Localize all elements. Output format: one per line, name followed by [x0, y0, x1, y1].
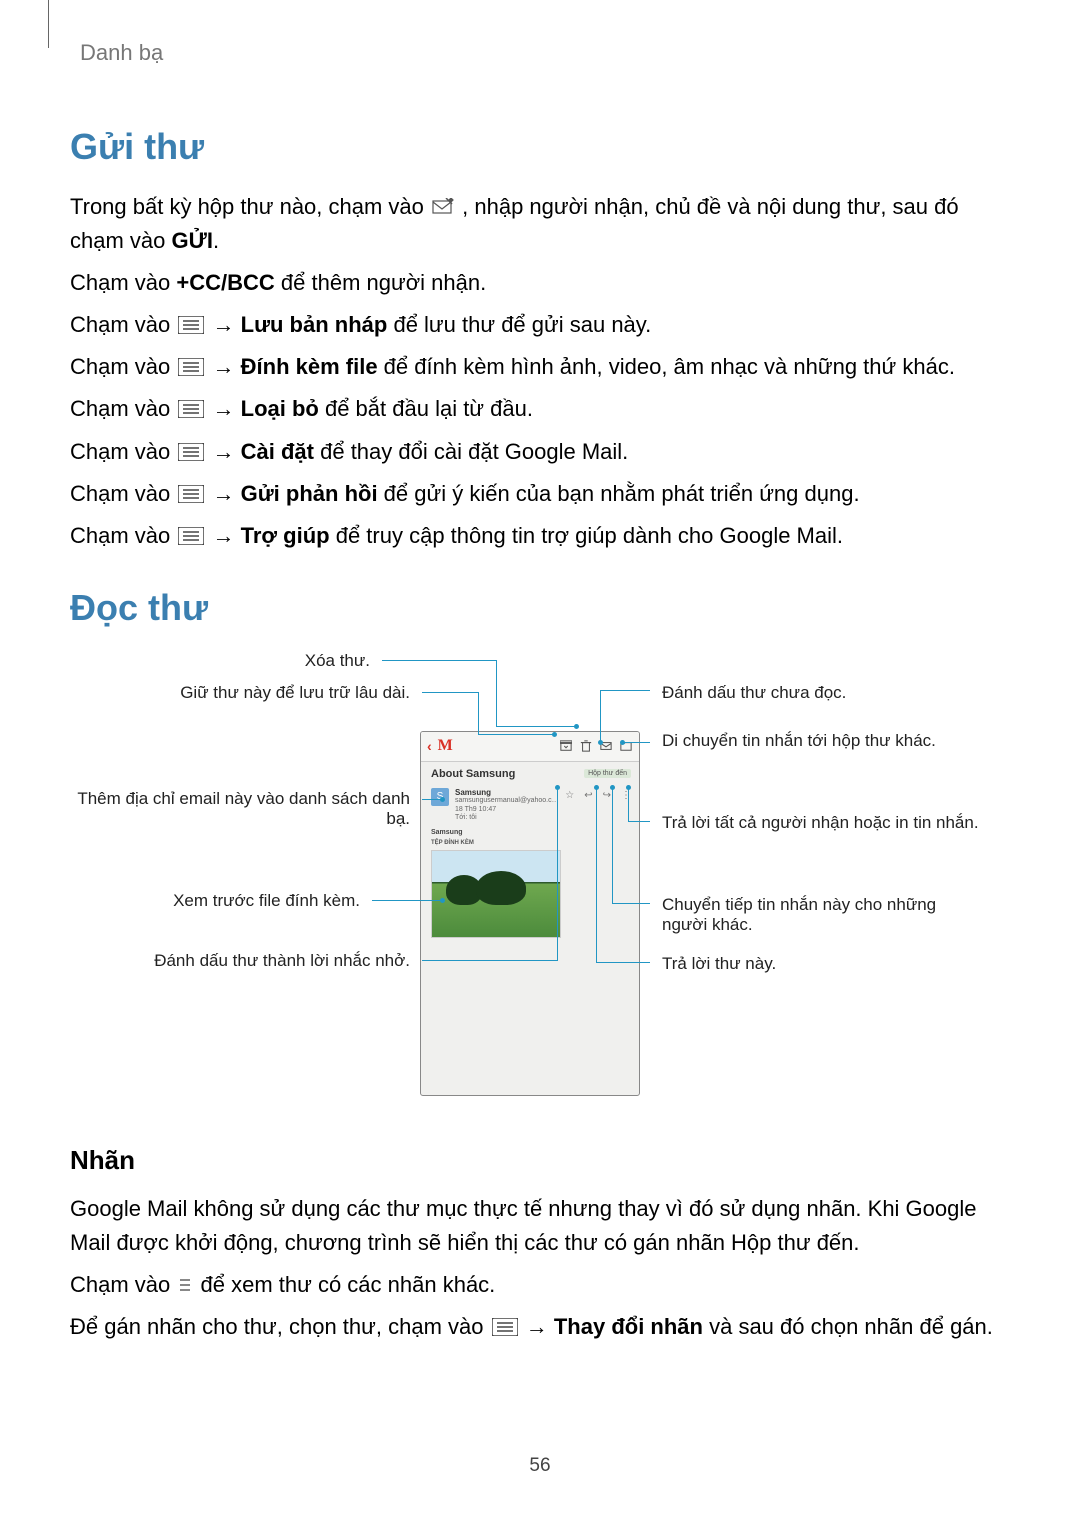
menu-icon: [178, 443, 204, 461]
callout-forward: Chuyển tiếp tin nhắn này cho những người…: [662, 895, 962, 935]
subsection-labels: Nhãn: [70, 1145, 1010, 1176]
callout-archive: Giữ thư này để lưu trữ lâu dài.: [70, 683, 410, 703]
phone-toolbar: ‹ M: [421, 732, 639, 762]
p-discard: Chạm vào → Loại bỏ để bắt đầu lại từ đầu…: [70, 392, 1010, 426]
p-attach: Chạm vào → Đính kèm file để đính kèm hìn…: [70, 350, 1010, 384]
read-mail-diagram: ‹ M About Samsung Hộp thư đến S Samsung …: [70, 651, 1010, 1111]
menu-icon: [492, 1318, 518, 1336]
callout-reply-all: Trả lời tất cả người nhận hoặc in tin nh…: [662, 813, 1002, 833]
callout-mark-unread: Đánh dấu thư chưa đọc.: [662, 683, 846, 703]
menu-icon: [178, 527, 204, 545]
gmail-logo-icon: M: [438, 737, 453, 755]
callout-star: Đánh dấu thư thành lời nhắc nhở.: [70, 951, 410, 971]
callout-delete: Xóa thư.: [70, 651, 370, 671]
attachment-preview[interactable]: [431, 850, 561, 938]
callout-move: Di chuyển tin nhắn tới hộp thư khác.: [662, 731, 982, 751]
page-number: 56: [0, 1455, 1080, 1477]
menu-icon: [178, 485, 204, 503]
p-labels-assign: Để gán nhãn cho thư, chọn thư, chạm vào …: [70, 1310, 1010, 1344]
phone-mockup: ‹ M About Samsung Hộp thư đến S Samsung …: [420, 731, 640, 1096]
label-list-icon: [178, 1270, 192, 1288]
section-read-mail: Đọc thư: [70, 587, 1010, 629]
menu-icon: [178, 316, 204, 334]
delete-icon[interactable]: [579, 739, 593, 753]
reply-icon[interactable]: ↩: [584, 790, 592, 823]
p-ccbcc: Chạm vào +CC/BCC để thêm người nhận.: [70, 266, 1010, 300]
menu-icon: [178, 400, 204, 418]
section-send-mail: Gửi thư: [70, 126, 1010, 168]
star-icon[interactable]: ☆: [565, 790, 574, 823]
back-icon[interactable]: ‹: [427, 738, 432, 754]
menu-icon: [178, 358, 204, 376]
p-draft: Chạm vào → Lưu bản nháp để lưu thư để gử…: [70, 308, 1010, 342]
callout-preview: Xem trước file đính kèm.: [70, 891, 360, 911]
subject-text: About Samsung: [431, 768, 515, 780]
sender-info: Samsung samsungusermanual@yahoo.c… 18 Th…: [455, 788, 559, 823]
body-line: Samsung: [431, 829, 629, 836]
p-labels-intro: Google Mail không sử dụng các thư mục th…: [70, 1192, 1010, 1260]
p-feedback: Chạm vào → Gửi phản hồi để gửi ý kiến củ…: [70, 477, 1010, 511]
overflow-icon[interactable]: ⋮: [621, 790, 631, 823]
attachment-label: TỆP ĐÍNH KÈM: [431, 840, 629, 846]
p-settings: Chạm vào → Cài đặt để thay đổi cài đặt G…: [70, 435, 1010, 469]
forward-icon[interactable]: ↪: [603, 790, 611, 823]
p-labels-view: Chạm vào để xem thư có các nhãn khác.: [70, 1268, 1010, 1302]
callout-add-contact: Thêm địa chỉ email này vào danh sách dan…: [70, 789, 410, 829]
compose-icon: [432, 192, 454, 210]
p-help: Chạm vào → Trợ giúp để truy cập thông ti…: [70, 519, 1010, 553]
archive-icon[interactable]: [559, 739, 573, 753]
breadcrumb: Danh bạ: [80, 40, 1010, 66]
p-compose: Trong bất kỳ hộp thư nào, chạm vào , nhậ…: [70, 190, 1010, 258]
callout-reply: Trả lời thư này.: [662, 954, 776, 974]
inbox-label-chip: Hộp thư đến: [584, 769, 631, 778]
